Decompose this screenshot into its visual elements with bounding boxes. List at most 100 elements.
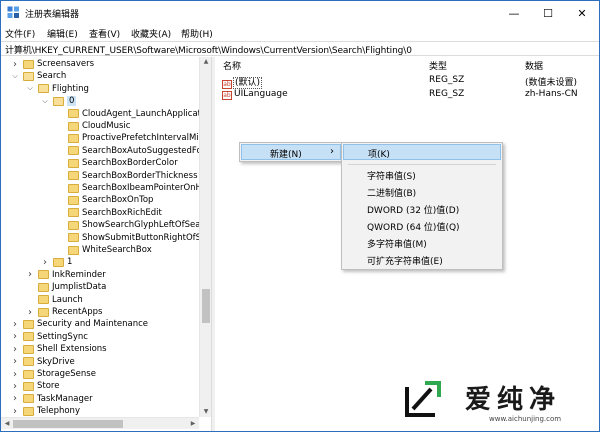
registry-editor-icon <box>7 6 19 18</box>
menu-edit[interactable]: 编辑(E) <box>47 27 78 40</box>
title-bar[interactable]: 注册表编辑器 — ☐ ✕ <box>1 1 599 25</box>
menu-file[interactable]: 文件(F) <box>5 27 35 40</box>
value-row[interactable]: ab (默认) REG_SZ (数值未设置) <box>215 74 599 89</box>
folder-icon <box>23 369 34 379</box>
key-tree[interactable]: › Screensavers ⌵ Search ⌵ Flighting ⌵ 0 CloudAge… <box>1 57 211 417</box>
submenu-item-expandable-string[interactable]: 可扩充字符串值(E) <box>367 254 443 267</box>
tree-item[interactable]: SearchBoxBorderThickness <box>68 170 198 182</box>
menu-favorites[interactable]: 收藏夹(A) <box>131 27 171 40</box>
chevron-right-icon[interactable]: › <box>11 369 19 380</box>
tree-item-label: SearchBoxBorderColor <box>82 158 178 169</box>
column-header-data[interactable]: 数据 <box>525 59 543 72</box>
submenu-item-multi-string[interactable]: 多字符串值(M) <box>367 237 427 250</box>
menu-view[interactable]: 查看(V) <box>89 27 120 40</box>
tree-vertical-scroll-thumb[interactable] <box>202 289 210 323</box>
registry-editor-window: 注册表编辑器 — ☐ ✕ 文件(F) 编辑(E) 查看(V) 收藏夹(A) 帮助… <box>0 0 600 432</box>
submenu-item-qword[interactable]: QWORD (64 位)值(Q) <box>367 220 460 233</box>
scroll-right-icon[interactable]: ▶ <box>187 419 199 429</box>
context-menu-new[interactable]: 新建(N) › <box>241 144 341 160</box>
submenu-item-string[interactable]: 字符串值(S) <box>367 169 416 182</box>
submenu-item-dword[interactable]: DWORD (32 位)值(D) <box>367 203 459 216</box>
tree-horizontal-scroll-thumb[interactable] <box>13 420 123 428</box>
tree-item[interactable]: › Telephony <box>13 405 80 417</box>
tree-item-label: SearchBoxIbeamPointerOnHove <box>82 183 211 193</box>
tree-item[interactable]: SearchBoxBorderColor <box>68 157 178 169</box>
folder-icon <box>68 233 79 243</box>
folder-icon <box>68 220 79 230</box>
tree-item[interactable]: SearchBoxAutoSuggestedForeg <box>68 145 211 157</box>
tree-item[interactable]: › Store <box>13 380 59 392</box>
tree-item[interactable]: ⌵ 0 <box>42 95 77 107</box>
tree-item[interactable]: WhiteSearchBox <box>68 244 152 256</box>
maximize-button[interactable]: ☐ <box>531 1 565 25</box>
tree-item[interactable]: SearchBoxRichEdit <box>68 207 162 219</box>
chevron-right-icon[interactable]: › <box>11 331 19 342</box>
address-path[interactable]: 计算机\HKEY_CURRENT_USER\Software\Microsoft… <box>5 43 412 56</box>
close-icon: ✕ <box>577 6 587 20</box>
address-bar[interactable]: 计算机\HKEY_CURRENT_USER\Software\Microsoft… <box>1 41 599 56</box>
folder-icon <box>38 307 49 317</box>
tree-item-label: SearchBoxAutoSuggestedForeg <box>82 145 211 156</box>
folder-icon <box>68 195 79 205</box>
brand-url: www.aichunjing.com <box>489 415 562 423</box>
tree-item[interactable]: ⌵ Search <box>12 70 66 82</box>
tree-item[interactable]: CloudMusic <box>68 120 130 132</box>
window-title: 注册表编辑器 <box>25 10 80 20</box>
chevron-right-icon[interactable]: › <box>11 393 19 404</box>
column-header-name[interactable]: 名称 <box>223 59 241 72</box>
close-button[interactable]: ✕ <box>565 1 599 25</box>
submenu-item-key[interactable]: 项(K) <box>343 144 501 160</box>
tree-vertical-scrollbar[interactable]: ▲ ▼ <box>199 57 211 417</box>
chevron-down-icon[interactable]: ⌵ <box>26 84 34 93</box>
tree-item[interactable]: › Screensavers <box>13 58 94 70</box>
chevron-down-icon[interactable]: ⌵ <box>11 72 19 81</box>
folder-icon <box>23 406 34 416</box>
brand-logo-icon <box>405 381 441 417</box>
chevron-right-icon[interactable]: › <box>11 381 19 392</box>
tree-item[interactable]: › RecentApps <box>28 306 102 318</box>
string-value-icon: ab <box>222 91 232 100</box>
tree-item[interactable]: › SkyDrive <box>13 356 75 368</box>
menu-help[interactable]: 帮助(H) <box>181 27 213 40</box>
chevron-right-icon[interactable]: › <box>41 257 49 268</box>
tree-item[interactable]: CloudAgent_LaunchApplicationL <box>68 108 211 120</box>
tree-item[interactable]: SearchBoxOnTop <box>68 194 153 206</box>
tree-item[interactable]: ProactivePrefetchIntervalMinute <box>68 132 211 144</box>
folder-icon <box>38 84 49 94</box>
tree-horizontal-scrollbar[interactable]: ◀ ▶ <box>1 417 199 429</box>
submenu-item-key-label: 项(K) <box>368 150 390 160</box>
tree-item[interactable]: JumplistData <box>38 281 106 293</box>
chevron-down-icon[interactable]: ⌵ <box>41 97 49 106</box>
tree-item-label: SearchBoxBorderThickness <box>82 170 198 181</box>
tree-item[interactable]: › 1 <box>43 256 73 268</box>
tree-item[interactable]: Launch <box>38 294 83 306</box>
tree-item[interactable]: › InkReminder <box>28 269 106 281</box>
chevron-right-icon[interactable]: › <box>11 319 19 330</box>
tree-item-label: StorageSense <box>37 369 96 379</box>
tree-item[interactable]: › Shell Extensions <box>13 343 107 355</box>
tree-item[interactable]: › Security and Maintenance <box>13 318 149 330</box>
tree-item[interactable]: ShowSubmitButtonRightOfSear <box>68 232 211 244</box>
tree-item[interactable]: ⌵ Flighting <box>27 83 89 95</box>
scroll-left-icon[interactable]: ◀ <box>1 419 13 429</box>
tree-item-label: Security and Maintenance <box>37 319 149 330</box>
tree-item[interactable]: ShowSearchGlyphLeftOfSearch <box>68 219 211 231</box>
tree-item[interactable]: SearchBoxIbeamPointerOnHove <box>68 182 211 194</box>
chevron-right-icon[interactable]: › <box>11 59 19 70</box>
chevron-right-icon[interactable]: › <box>11 356 19 367</box>
brand-name: 爱纯净 <box>465 385 562 415</box>
tree-item[interactable]: › TaskManager <box>13 393 93 405</box>
chevron-right-icon[interactable]: › <box>11 344 19 355</box>
minimize-button[interactable]: — <box>497 1 531 25</box>
column-header-type[interactable]: 类型 <box>429 59 447 72</box>
folder-icon <box>38 282 49 292</box>
chevron-right-icon[interactable]: › <box>26 269 34 280</box>
tree-item[interactable]: › SettingSync <box>13 331 88 343</box>
submenu-item-binary[interactable]: 二进制值(B) <box>367 186 416 199</box>
chevron-right-icon[interactable]: › <box>26 307 34 318</box>
folder-icon <box>53 96 64 106</box>
tree-item-label: 1 <box>67 257 73 268</box>
chevron-right-icon[interactable]: › <box>11 406 19 417</box>
tree-item[interactable]: › StorageSense <box>13 368 96 380</box>
value-row[interactable]: ab UILanguage REG_SZ zh-Hans-CN <box>215 88 599 101</box>
